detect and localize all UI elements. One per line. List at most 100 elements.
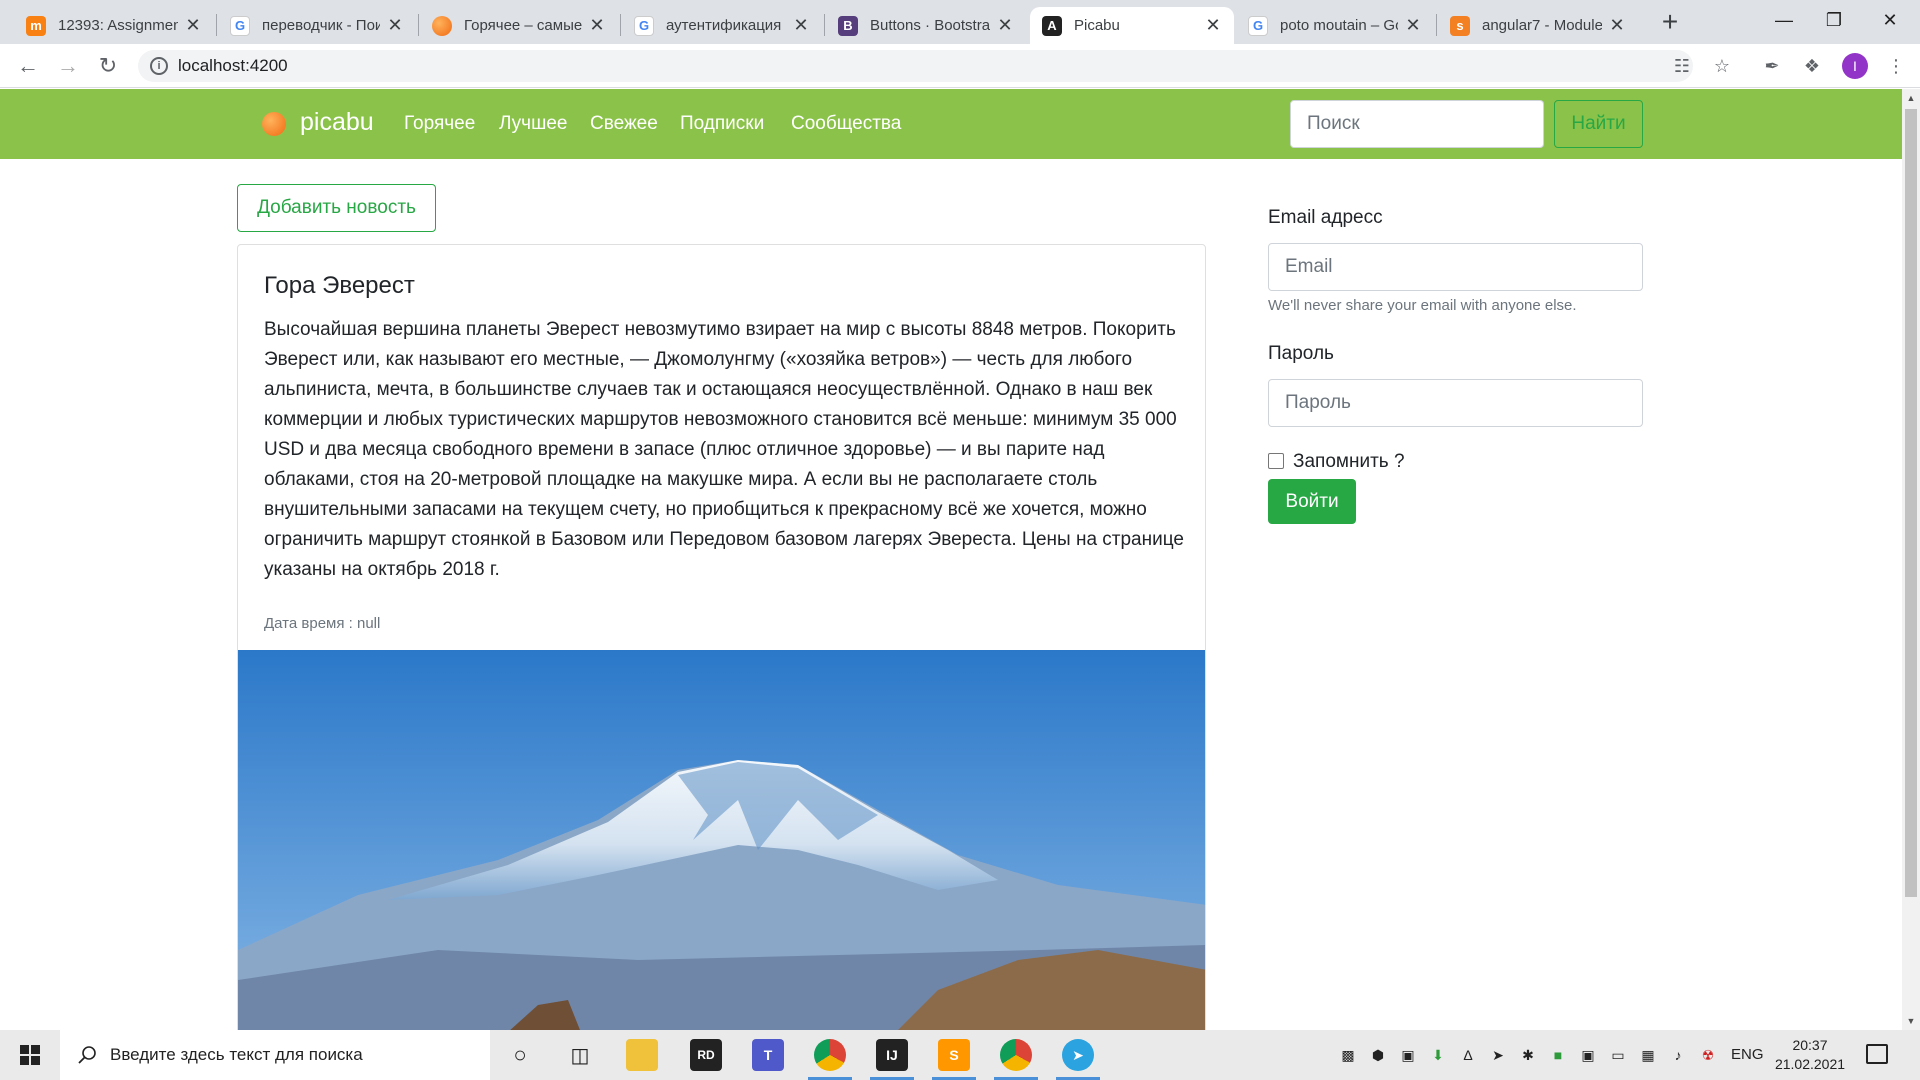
meet-icon[interactable]: ▩ bbox=[1339, 1046, 1357, 1064]
picabu-logo-icon[interactable] bbox=[262, 112, 286, 136]
notifications-icon[interactable] bbox=[1866, 1044, 1888, 1064]
browser-tab[interactable]: G аутентификация - ✕ bbox=[622, 7, 822, 44]
teams-tray-icon[interactable]: ▣ bbox=[1399, 1046, 1417, 1064]
remember-checkbox[interactable] bbox=[1268, 453, 1284, 469]
taskbar-clock[interactable]: 20:37 21.02.2021 bbox=[1770, 1036, 1850, 1074]
telegram-tray-icon[interactable]: ➤ bbox=[1489, 1046, 1507, 1064]
download-icon[interactable]: ⬇ bbox=[1429, 1046, 1447, 1064]
search-icon bbox=[78, 1046, 96, 1064]
close-tab-icon[interactable]: ✕ bbox=[1608, 15, 1626, 36]
box-icon[interactable]: ⬢ bbox=[1369, 1046, 1387, 1064]
close-tab-icon[interactable]: ✕ bbox=[1204, 15, 1222, 36]
angular-icon: A bbox=[1042, 15, 1062, 36]
browser-tab[interactable]: Горячее – самые ✕ bbox=[420, 7, 618, 44]
task-view-icon[interactable]: ◫ bbox=[564, 1039, 596, 1071]
page-scrollbar[interactable]: ▲ ▼ bbox=[1902, 89, 1920, 1030]
scroll-thumb[interactable] bbox=[1905, 109, 1917, 897]
close-tab-icon[interactable]: ✕ bbox=[792, 15, 810, 36]
nav-link-hot[interactable]: Горячее bbox=[404, 113, 475, 135]
nav-link-best[interactable]: Лучшее bbox=[499, 113, 567, 135]
post-body: Высочайшая вершина планеты Эверест невоз… bbox=[264, 319, 1184, 580]
bootstrap-icon: B bbox=[838, 15, 858, 36]
close-tab-icon[interactable]: ✕ bbox=[1404, 15, 1422, 36]
add-news-button[interactable]: Добавить новость bbox=[237, 184, 436, 232]
google-icon: G bbox=[1248, 15, 1268, 36]
close-tab-icon[interactable]: ✕ bbox=[588, 15, 606, 36]
browser-tab[interactable]: B Buttons · Bootstrap ✕ bbox=[826, 7, 1026, 44]
chrome-icon[interactable] bbox=[814, 1039, 846, 1071]
post-date: Дата время : null bbox=[264, 615, 381, 632]
menu-icon[interactable]: ⋮ bbox=[1884, 54, 1908, 78]
restore-icon[interactable]: ❐ bbox=[1804, 0, 1864, 40]
close-window-icon[interactable]: ✕ bbox=[1860, 0, 1920, 40]
start-button[interactable] bbox=[0, 1030, 60, 1080]
sublime-icon[interactable]: S bbox=[938, 1039, 970, 1071]
close-tab-icon[interactable]: ✕ bbox=[996, 15, 1014, 36]
scroll-down-icon[interactable]: ▼ bbox=[1902, 1012, 1920, 1030]
browser-tab-strip: m 12393: Assignment ✕ G переводчик - Пои… bbox=[0, 0, 1920, 44]
clock-date: 21.02.2021 bbox=[1774, 1056, 1846, 1072]
chrome-icon[interactable] bbox=[1000, 1039, 1032, 1071]
extensions-icon[interactable]: ❖ bbox=[1800, 54, 1824, 78]
google-icon: G bbox=[634, 15, 654, 36]
password-field[interactable]: Пароль bbox=[1268, 379, 1643, 427]
nvidia-icon[interactable]: ■ bbox=[1549, 1046, 1567, 1064]
battery-icon[interactable]: ▭ bbox=[1609, 1046, 1627, 1064]
post-title: Гора Эверест bbox=[264, 272, 415, 299]
close-tab-icon[interactable]: ✕ bbox=[386, 15, 404, 36]
site-info-icon[interactable]: i bbox=[150, 57, 168, 75]
remember-label[interactable]: Запомнить ? bbox=[1293, 451, 1405, 473]
network-icon[interactable]: Δ bbox=[1459, 1046, 1477, 1064]
clock-time: 20:37 bbox=[1792, 1037, 1828, 1053]
search-button[interactable]: Найти bbox=[1554, 100, 1643, 148]
wifi-icon[interactable]: ✱ bbox=[1519, 1046, 1537, 1064]
nav-link-communities[interactable]: Сообщества bbox=[791, 113, 901, 135]
browser-tab-active[interactable]: A Picabu ✕ bbox=[1030, 7, 1234, 44]
taskbar-search-text: Введите здесь текст для поиска bbox=[110, 1045, 363, 1064]
translate-icon[interactable]: ☷ bbox=[1670, 54, 1694, 78]
windows-taskbar: Введите здесь текст для поиска ○ ◫ RD T … bbox=[0, 1030, 1920, 1080]
rider-icon[interactable]: RD bbox=[690, 1039, 722, 1071]
address-bar[interactable]: i localhost:4200 bbox=[138, 50, 1693, 82]
cortana-icon[interactable]: ○ bbox=[504, 1039, 536, 1071]
nav-link-fresh[interactable]: Свежее bbox=[590, 113, 658, 135]
login-button[interactable]: Войти bbox=[1268, 479, 1356, 524]
post-card: Гора Эверест Высочайшая вершина планеты … bbox=[237, 244, 1206, 1030]
site-navbar: picabu Горячее Лучшее Свежее Подписки Со… bbox=[0, 89, 1902, 159]
profile-avatar[interactable]: I bbox=[1842, 53, 1868, 79]
browser-tab[interactable]: G poto moutain – Go ✕ bbox=[1236, 7, 1434, 44]
browser-tab[interactable]: s angular7 - Module ✕ bbox=[1438, 7, 1638, 44]
bookmark-star-icon[interactable]: ☆ bbox=[1710, 54, 1734, 78]
taskbar-search[interactable]: Введите здесь текст для поиска bbox=[60, 1030, 490, 1080]
moodle-icon: m bbox=[26, 15, 46, 36]
browser-tab[interactable]: m 12393: Assignment ✕ bbox=[14, 7, 214, 44]
reload-icon[interactable]: ↻ bbox=[94, 52, 122, 80]
email-field[interactable]: Email bbox=[1268, 243, 1643, 291]
monitor-icon[interactable]: ▦ bbox=[1639, 1046, 1657, 1064]
site-search-input[interactable]: Поиск bbox=[1290, 100, 1544, 148]
display-icon[interactable]: ▣ bbox=[1579, 1046, 1597, 1064]
scroll-up-icon[interactable]: ▲ bbox=[1902, 89, 1920, 107]
teams-icon[interactable]: T bbox=[752, 1039, 784, 1071]
forward-arrow-icon[interactable]: → bbox=[54, 52, 82, 80]
telegram-icon[interactable]: ➤ bbox=[1062, 1039, 1094, 1071]
close-tab-icon[interactable]: ✕ bbox=[184, 15, 202, 36]
url-text: localhost:4200 bbox=[178, 56, 288, 75]
page-viewport: picabu Горячее Лучшее Свежее Подписки Со… bbox=[0, 89, 1902, 1030]
new-tab-icon[interactable]: + bbox=[1655, 6, 1685, 38]
email-label: Email адресс bbox=[1268, 207, 1383, 228]
security-icon[interactable]: ☢ bbox=[1699, 1046, 1717, 1064]
nav-link-subscriptions[interactable]: Подписки bbox=[680, 113, 764, 135]
mountain-photo bbox=[238, 650, 1205, 1030]
site-logo[interactable]: picabu bbox=[300, 108, 374, 137]
eyedropper-icon[interactable]: ✒ bbox=[1760, 54, 1784, 78]
browser-toolbar: ← → ↻ i localhost:4200 ☷ ☆ ✒ ❖ ⋮ bbox=[0, 44, 1920, 88]
browser-tab[interactable]: G переводчик - Пои ✕ bbox=[218, 7, 416, 44]
windows-logo-icon bbox=[20, 1045, 40, 1065]
volume-icon[interactable]: ♪ bbox=[1669, 1046, 1687, 1064]
picabu-icon bbox=[432, 15, 452, 36]
back-arrow-icon[interactable]: ← bbox=[14, 52, 42, 80]
file-explorer-icon[interactable] bbox=[626, 1039, 658, 1071]
language-indicator[interactable]: ENG bbox=[1731, 1046, 1764, 1063]
intellij-icon[interactable]: IJ bbox=[876, 1039, 908, 1071]
